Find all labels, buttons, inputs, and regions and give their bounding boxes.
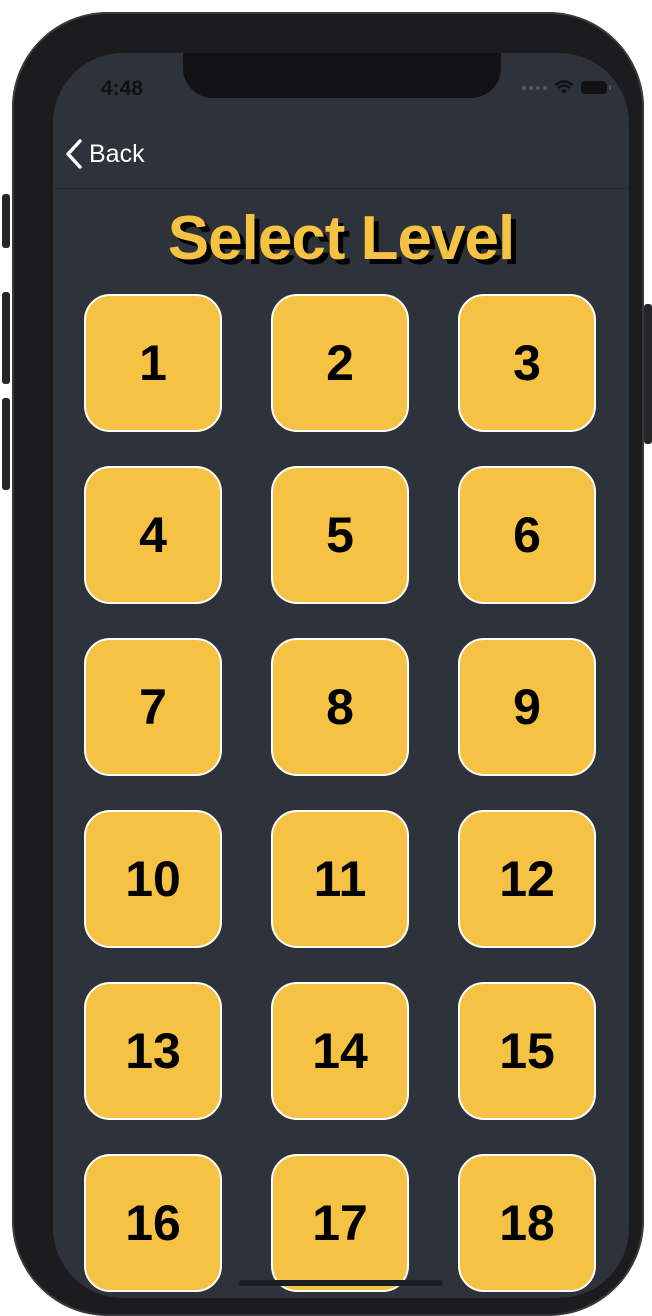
level-number: 11 <box>313 851 367 907</box>
status-time: 4:48 <box>101 77 144 100</box>
level-button-14[interactable]: 14 <box>271 982 409 1120</box>
level-button-1[interactable]: 1 <box>84 294 222 432</box>
level-button-4[interactable]: 4 <box>84 466 222 604</box>
level-number: 14 <box>312 1023 368 1079</box>
chevron-left-icon <box>66 139 82 169</box>
level-number: 3 <box>513 335 541 391</box>
level-number: 1 <box>139 335 167 391</box>
level-grid: 1 2 3 4 5 6 7 8 9 10 11 12 13 14 15 16 1… <box>84 294 596 1292</box>
level-button-17[interactable]: 17 <box>271 1154 409 1292</box>
level-button-18[interactable]: 18 <box>458 1154 596 1292</box>
status-icons <box>522 80 611 95</box>
level-number: 13 <box>125 1023 181 1079</box>
level-number: 2 <box>326 335 354 391</box>
screen: 4:48 Back Select Level 1 2 3 4 5 6 7 8 9… <box>53 53 629 1298</box>
phone-frame: 4:48 Back Select Level 1 2 3 4 5 6 7 8 9… <box>2 12 652 1316</box>
level-number: 5 <box>326 507 354 563</box>
wifi-icon <box>554 80 574 94</box>
mute-switch <box>2 194 10 248</box>
power-button <box>644 304 652 444</box>
signal-icon <box>522 85 547 90</box>
level-button-9[interactable]: 9 <box>458 638 596 776</box>
level-number: 18 <box>499 1195 555 1251</box>
volume-up-button <box>2 292 10 384</box>
back-button[interactable]: Back <box>65 138 145 170</box>
level-button-2[interactable]: 2 <box>271 294 409 432</box>
level-number: 9 <box>513 679 541 735</box>
level-button-6[interactable]: 6 <box>458 466 596 604</box>
level-button-10[interactable]: 10 <box>84 810 222 948</box>
page-title: Select Level <box>167 204 515 273</box>
level-number: 8 <box>326 679 354 735</box>
level-button-12[interactable]: 12 <box>458 810 596 948</box>
level-number: 10 <box>125 851 181 907</box>
level-button-16[interactable]: 16 <box>84 1154 222 1292</box>
level-button-11[interactable]: 11 <box>271 810 409 948</box>
home-indicator[interactable] <box>239 1280 443 1286</box>
level-number: 17 <box>312 1195 368 1251</box>
battery-icon <box>581 81 611 94</box>
level-number: 4 <box>139 507 167 563</box>
level-number: 15 <box>499 1023 555 1079</box>
level-button-7[interactable]: 7 <box>84 638 222 776</box>
notch <box>183 53 501 98</box>
level-button-15[interactable]: 15 <box>458 982 596 1120</box>
level-button-8[interactable]: 8 <box>271 638 409 776</box>
volume-down-button <box>2 398 10 490</box>
level-button-5[interactable]: 5 <box>271 466 409 604</box>
level-number: 7 <box>139 679 167 735</box>
back-label: Back <box>89 139 145 168</box>
navigation-bar: Back <box>53 133 629 189</box>
level-number: 6 <box>513 507 541 563</box>
level-button-3[interactable]: 3 <box>458 294 596 432</box>
level-number: 12 <box>499 851 555 907</box>
level-button-13[interactable]: 13 <box>84 982 222 1120</box>
level-number: 16 <box>125 1195 181 1251</box>
